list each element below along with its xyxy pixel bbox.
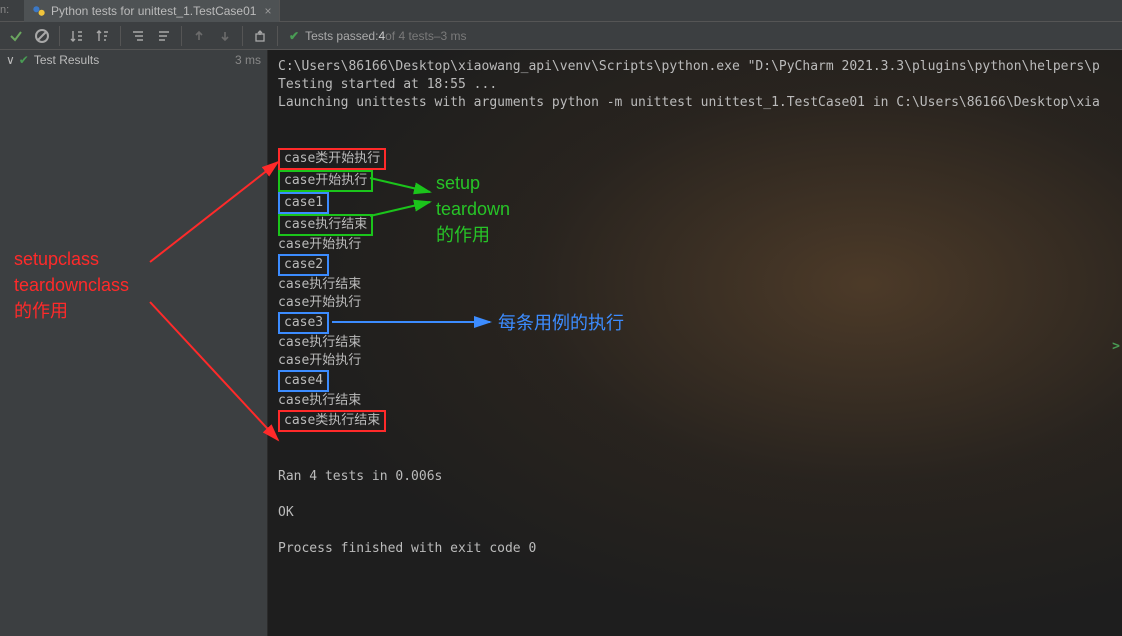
console-blank [278, 522, 1122, 540]
sort-alpha-icon[interactable] [65, 24, 89, 48]
tests-passed-time: 3 ms [441, 29, 467, 43]
console-blank [278, 112, 1122, 130]
disable-icon[interactable] [30, 24, 54, 48]
console-blank [278, 450, 1122, 468]
annotation-case-exec: 每条用例的执行 [498, 310, 624, 336]
console-ok: OK [278, 504, 1122, 522]
next-failed-icon[interactable] [213, 24, 237, 48]
console-blank [278, 486, 1122, 504]
out-case2: case2 [278, 254, 1122, 276]
check-icon[interactable] [4, 24, 28, 48]
expand-icon[interactable] [126, 24, 150, 48]
caret-right-icon: > [1112, 338, 1120, 356]
python-icon [32, 4, 46, 18]
out-case-start: case开始执行 [278, 294, 1122, 312]
out-case1: case1 [278, 192, 1122, 214]
separator [120, 26, 121, 46]
out-case-end: case执行结束 [278, 392, 1122, 410]
console-finished: Process finished with exit code 0 [278, 540, 1122, 558]
tab-title: Python tests for unittest_1.TestCase01 [51, 4, 256, 18]
tests-passed-status: ✔ Tests passed: 4 of 4 tests – 3 ms [289, 29, 467, 43]
out-case-start: case开始执行 [278, 236, 1122, 254]
out-case-start: case开始执行 [278, 352, 1122, 370]
test-results-root[interactable]: ∨ ✔ Test Results 3 ms [0, 50, 267, 70]
tests-passed-count: 4 [378, 29, 385, 43]
chevron-down-icon: ∨ [6, 53, 15, 67]
console-line: Testing started at 18:55 ... [278, 76, 1122, 94]
toolbar: ✔ Tests passed: 4 of 4 tests – 3 ms [0, 22, 1122, 50]
out-case-start: case开始执行 [278, 170, 1122, 192]
test-results-time: 3 ms [235, 53, 261, 67]
test-results-label: Test Results [34, 53, 235, 67]
annotation-setupclass: setupclass teardownclass 的作用 [14, 246, 129, 324]
check-icon: ✔ [289, 29, 299, 43]
export-icon[interactable] [248, 24, 272, 48]
collapse-icon[interactable] [152, 24, 176, 48]
tests-passed-prefix: Tests passed: [305, 29, 378, 43]
out-class-start: case类开始执行 [278, 148, 1122, 170]
console-line: Launching unittests with arguments pytho… [278, 94, 1122, 112]
sort-duration-icon[interactable] [91, 24, 115, 48]
separator [181, 26, 182, 46]
console-output[interactable]: C:\Users\86166\Desktop\xiaowang_api\venv… [268, 50, 1122, 636]
tab-bar: n: Python tests for unittest_1.TestCase0… [0, 0, 1122, 22]
separator [242, 26, 243, 46]
pass-icon: ✔ [19, 53, 29, 67]
console-blank [278, 432, 1122, 450]
prev-failed-icon[interactable] [187, 24, 211, 48]
out-case-end: case执行结束 [278, 334, 1122, 352]
out-case-end: case执行结束 [278, 214, 1122, 236]
out-class-end: case类执行结束 [278, 410, 1122, 432]
out-case-end: case执行结束 [278, 276, 1122, 294]
tab-close-icon[interactable]: × [264, 4, 271, 18]
test-tree-panel: ∨ ✔ Test Results 3 ms [0, 50, 268, 636]
out-case4: case4 [278, 370, 1122, 392]
tests-passed-dash: – [434, 29, 441, 43]
console-ran: Ran 4 tests in 0.006s [278, 468, 1122, 486]
separator [59, 26, 60, 46]
run-config-label: n: [0, 4, 9, 16]
tests-passed-of: of 4 tests [385, 29, 434, 43]
console-line: C:\Users\86166\Desktop\xiaowang_api\venv… [278, 58, 1122, 76]
separator [277, 26, 278, 46]
out-case3: case3 [278, 312, 1122, 334]
console-blank [278, 130, 1122, 148]
tab-python-tests[interactable]: Python tests for unittest_1.TestCase01 × [24, 0, 280, 22]
annotation-setup-teardown: setup teardown 的作用 [436, 170, 510, 248]
